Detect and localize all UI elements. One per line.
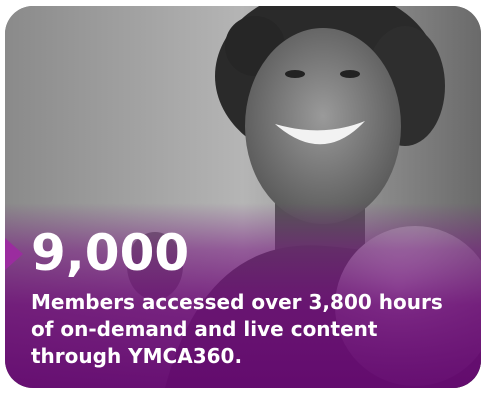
stat-description: Members accessed over 3,800 hours of on-… bbox=[31, 290, 443, 368]
triangle-arrow-icon bbox=[5, 238, 23, 270]
stat-number: 9,000 bbox=[31, 224, 190, 282]
